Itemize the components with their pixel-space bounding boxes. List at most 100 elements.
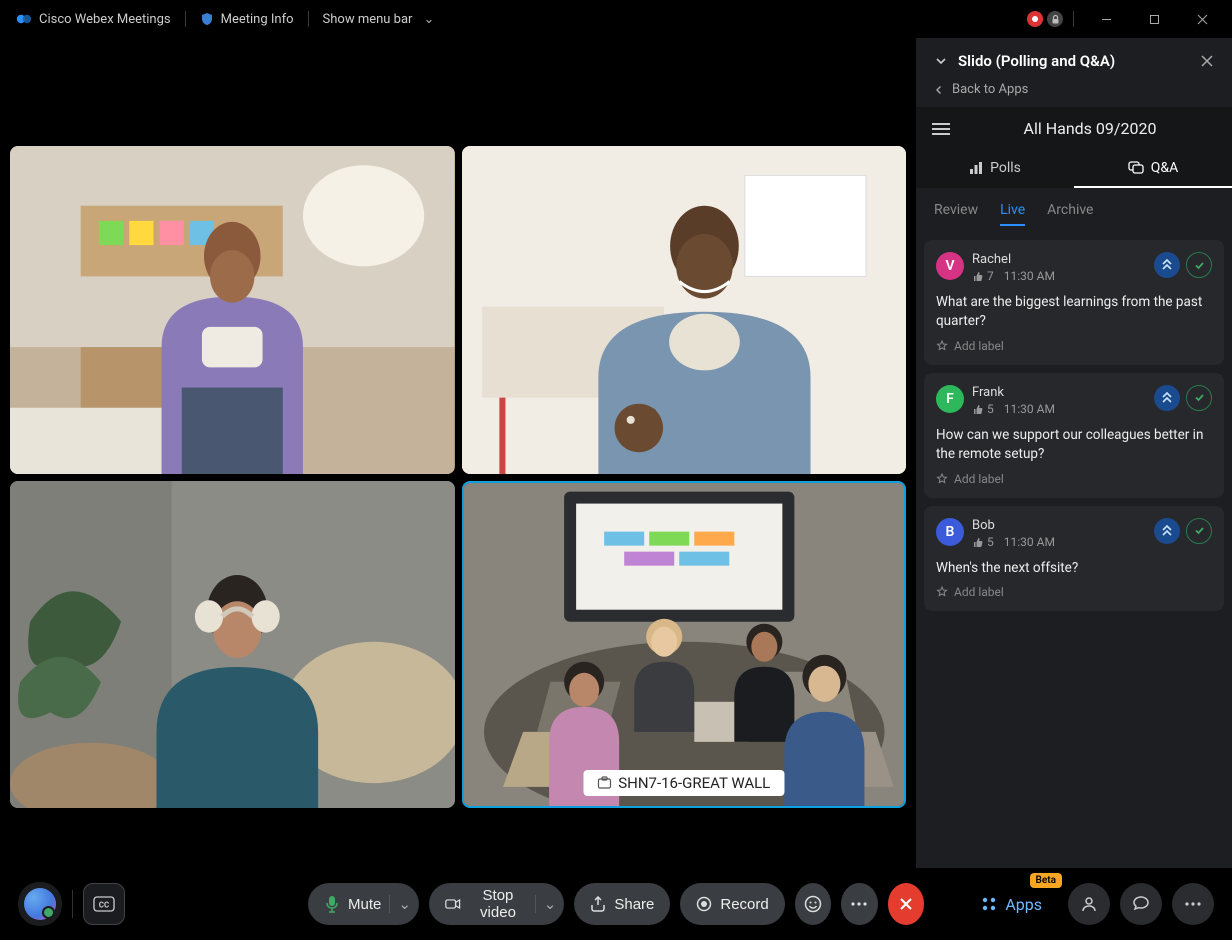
meeting-info-label: Meeting Info (221, 12, 294, 27)
close-icon[interactable] (1200, 54, 1214, 68)
question-card[interactable]: B Bob 5 11:30 AM When's the next offsite… (924, 506, 1224, 612)
add-label[interactable]: Add label (936, 339, 1212, 353)
maximize-button[interactable] (1132, 3, 1176, 35)
add-label[interactable]: Add label (936, 472, 1212, 486)
room-label: SHN7-16-GREAT WALL (583, 770, 784, 796)
participant-video (462, 146, 907, 474)
thumbs-up-icon (972, 536, 984, 548)
video-icon (445, 897, 461, 911)
subtab-live[interactable]: Live (1000, 202, 1025, 226)
double-chevron-up-icon (1162, 392, 1172, 404)
toolbar: CC Mute ⌄ Stop video ⌄ Share Record (0, 868, 1232, 940)
avatar: F (936, 385, 964, 413)
approve-button[interactable] (1186, 518, 1212, 544)
participant-video (464, 483, 905, 807)
star-icon (936, 473, 948, 485)
captions-button[interactable]: CC (83, 883, 125, 925)
like-count: 5 (987, 535, 994, 549)
show-menu-bar[interactable]: Show menu bar (323, 12, 435, 27)
reactions-button[interactable] (795, 883, 831, 925)
minimize-button[interactable] (1084, 3, 1128, 35)
question-list: V Rachel 7 11:30 AM What are the biggest… (916, 234, 1232, 940)
promote-button[interactable] (1154, 518, 1180, 544)
microphone-icon (324, 895, 340, 913)
participant-video (10, 146, 455, 474)
divider (308, 11, 309, 27)
stop-video-button[interactable]: Stop video ⌄ (429, 883, 564, 925)
thumbs-up-icon (972, 270, 984, 282)
thumbs-up-icon (972, 403, 984, 415)
approve-button[interactable] (1186, 252, 1212, 278)
promote-button[interactable] (1154, 252, 1180, 278)
record-label: Record (720, 896, 768, 913)
assistant-button[interactable] (18, 882, 62, 926)
close-button[interactable] (1180, 3, 1224, 35)
video-tile-4[interactable]: SHN7-16-GREAT WALL (462, 481, 907, 809)
svg-text:CC: CC (99, 901, 109, 910)
show-menu-label: Show menu bar (323, 12, 413, 27)
subtab-archive[interactable]: Archive (1047, 202, 1093, 226)
beta-badge: Beta (1030, 873, 1062, 888)
avatar: B (936, 518, 964, 546)
avatar: V (936, 252, 964, 280)
end-call-button[interactable] (888, 883, 924, 925)
assistant-orb-icon (24, 888, 56, 920)
apps-grid-icon (981, 896, 997, 912)
chevron-down-icon[interactable]: ⌄ (389, 895, 411, 913)
record-icon (696, 896, 712, 912)
chevron-left-icon (934, 85, 944, 95)
promote-button[interactable] (1154, 385, 1180, 411)
back-label: Back to Apps (952, 82, 1028, 97)
close-icon (899, 897, 913, 911)
record-button[interactable]: Record (680, 883, 784, 925)
back-to-apps[interactable]: Back to Apps (916, 78, 1232, 107)
slido-panel: Slido (Polling and Q&A) Back to Apps All… (916, 38, 1232, 940)
mute-label: Mute (348, 896, 381, 913)
approve-button[interactable] (1186, 385, 1212, 411)
event-name: All Hands 09/2020 (964, 119, 1216, 138)
video-tile-3[interactable] (10, 481, 455, 809)
chat-button[interactable] (1120, 883, 1162, 925)
question-text: When's the next offsite? (936, 559, 1212, 578)
more-button[interactable] (841, 883, 877, 925)
panel-more-button[interactable] (1172, 883, 1214, 925)
record-indicator[interactable] (1027, 11, 1043, 27)
add-label[interactable]: Add label (936, 585, 1212, 599)
tab-polls[interactable]: Polls (916, 150, 1074, 188)
webex-icon (16, 11, 32, 27)
room-icon (597, 776, 611, 790)
shield-icon (200, 12, 214, 26)
mute-button[interactable]: Mute ⌄ (308, 883, 419, 925)
chevron-down-icon[interactable]: ⌄ (535, 895, 557, 913)
question-card[interactable]: F Frank 5 11:30 AM How can we support ou… (924, 373, 1224, 498)
participants-button[interactable] (1068, 883, 1110, 925)
cc-icon: CC (93, 896, 115, 912)
titlebar: Cisco Webex Meetings Meeting Info Show m… (0, 0, 1232, 38)
qa-icon (1128, 161, 1144, 175)
stop-video-label: Stop video (469, 887, 527, 921)
apps-button[interactable]: Apps Beta (965, 883, 1058, 925)
add-label-text: Add label (954, 339, 1004, 353)
tab-qa-label: Q&A (1151, 160, 1178, 176)
video-tile-2[interactable] (462, 146, 907, 474)
subtab-review[interactable]: Review (934, 202, 978, 226)
question-time: 11:30 AM (1004, 402, 1055, 416)
question-card[interactable]: V Rachel 7 11:30 AM What are the biggest… (924, 240, 1224, 365)
lock-indicator[interactable] (1047, 11, 1063, 27)
star-icon (936, 586, 948, 598)
tab-polls-label: Polls (990, 160, 1021, 176)
share-button[interactable]: Share (574, 883, 670, 925)
polls-icon (969, 161, 983, 175)
question-time: 11:30 AM (1004, 269, 1055, 283)
like-count: 5 (987, 402, 994, 416)
app-name[interactable]: Cisco Webex Meetings (16, 11, 171, 27)
share-icon (590, 896, 606, 912)
video-tile-1[interactable] (10, 146, 455, 474)
more-icon (1185, 902, 1201, 906)
chevron-down-icon[interactable] (934, 54, 948, 68)
author-name: Bob (972, 518, 1146, 533)
smile-icon (804, 895, 822, 913)
meeting-info[interactable]: Meeting Info (200, 12, 294, 27)
tab-qa[interactable]: Q&A (1074, 150, 1232, 188)
hamburger-icon[interactable] (932, 122, 950, 136)
